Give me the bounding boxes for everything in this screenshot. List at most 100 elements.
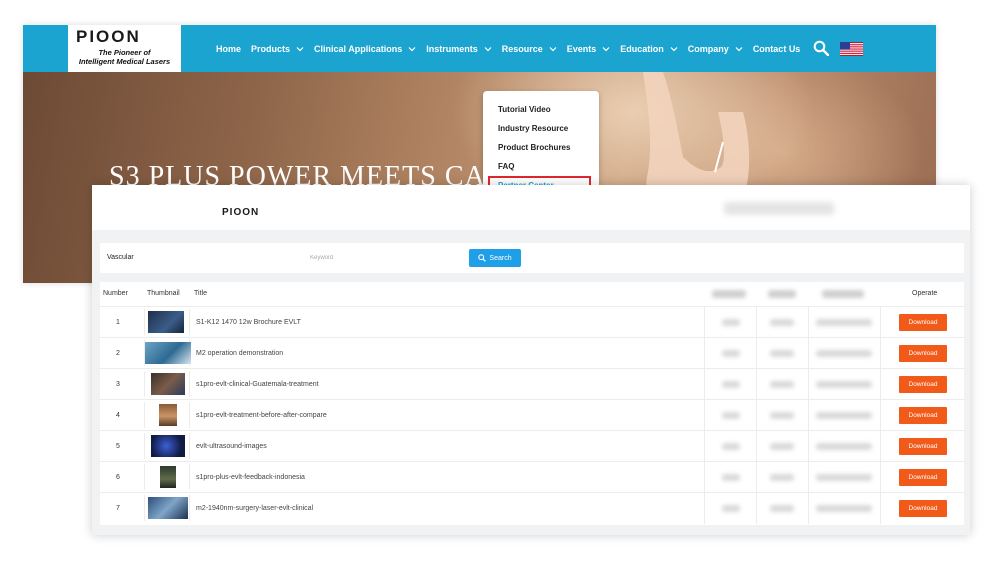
row-number: 6 (116, 474, 120, 481)
table-row: 6 s1pro-plus-evlt-feedback-indonesia Downl… (100, 461, 964, 493)
column-divider (756, 338, 757, 369)
blurred-cell (816, 412, 872, 419)
column-divider (880, 307, 881, 338)
column-divider (880, 493, 881, 524)
dropdown-item-product-brochures[interactable]: Product Brochures (498, 143, 570, 152)
nav-item-label: Resource (501, 43, 543, 54)
column-divider (704, 431, 705, 462)
row-title[interactable]: evlt-ultrasound-images (196, 431, 267, 462)
column-divider (756, 431, 757, 462)
chevron-down-icon (408, 46, 416, 51)
nav-item-instruments[interactable]: Instruments (426, 44, 492, 54)
nav-item-products[interactable]: Products (251, 44, 304, 54)
nav-item-resource[interactable]: Resource (502, 44, 557, 54)
thumbnail-image[interactable] (151, 373, 185, 395)
category-select[interactable]: Vascular (107, 251, 297, 265)
column-divider (808, 338, 809, 369)
thumbnail-image[interactable] (145, 342, 191, 364)
thumbnail-image[interactable] (151, 435, 185, 457)
table-row: 1 S1-K12 1470 12w Brochure EVLT Download (100, 306, 964, 338)
blurred-cell (816, 381, 872, 388)
row-title[interactable]: s1pro-plus-evlt-feedback-indonesia (196, 462, 305, 493)
thumbnail-cell (144, 495, 190, 521)
download-button[interactable]: Download (899, 314, 947, 331)
nav-item-label: Clinical Applications (314, 43, 403, 54)
column-divider (880, 400, 881, 431)
nav-item-label: Instruments (426, 43, 478, 54)
download-button[interactable]: Download (899, 376, 947, 393)
resource-table: Number Thumbnail Title Operate 1 S1-K12 1… (100, 282, 964, 525)
partner-center-window: PIOON Vascular Search Number Thumbnail T… (92, 185, 970, 535)
row-title[interactable]: s1pro-evlt-treatment-before-after-compar… (196, 400, 327, 431)
download-button[interactable]: Download (899, 469, 947, 486)
download-button[interactable]: Download (899, 438, 947, 455)
thumbnail-image[interactable] (148, 311, 184, 333)
thumbnail-image[interactable] (148, 497, 188, 519)
nav-item-label: Home (216, 43, 242, 54)
column-divider (880, 431, 881, 462)
row-number: 7 (116, 505, 120, 512)
nav-item-home[interactable]: Home (216, 44, 241, 54)
column-divider (704, 307, 705, 338)
column-divider (880, 369, 881, 400)
keyword-input[interactable] (310, 251, 460, 265)
blurred-cell (722, 443, 740, 450)
row-title[interactable]: s1pro-evlt-clinical-Guatemala-treatment (196, 369, 319, 400)
blurred-cell (770, 350, 794, 357)
table-row: 7 m2-1940nm-surgery-laser-evlt-clinical Do… (100, 492, 964, 524)
download-button[interactable]: Download (899, 407, 947, 424)
dropdown-item-industry-resource[interactable]: Industry Resource (498, 124, 568, 133)
nav-item-label: Products (251, 43, 291, 54)
nav-item-label: Contact Us (752, 43, 801, 54)
column-divider (808, 493, 809, 524)
column-divider (704, 462, 705, 493)
blurred-cell (770, 505, 794, 512)
nav-item-contact-us[interactable]: Contact Us (753, 44, 801, 54)
download-button[interactable]: Download (899, 345, 947, 362)
thumbnail-image[interactable] (160, 466, 176, 488)
dropdown-item-tutorial-video[interactable]: Tutorial Video (498, 105, 551, 114)
chevron-down-icon (670, 46, 678, 51)
blurred-cell (816, 350, 872, 357)
thumbnail-cell (144, 433, 190, 459)
blurred-cell (722, 412, 740, 419)
chevron-down-icon (602, 46, 610, 51)
column-divider (880, 338, 881, 369)
search-button-label: Search (489, 254, 512, 262)
thumbnail-cell (144, 464, 190, 490)
column-divider (756, 307, 757, 338)
column-divider (704, 338, 705, 369)
row-title[interactable]: m2-1940nm-surgery-laser-evlt-clinical (196, 493, 313, 524)
nav-item-education[interactable]: Education (620, 44, 678, 54)
search-icon[interactable] (813, 40, 829, 56)
chevron-down-icon (296, 46, 304, 51)
blurred-cell (770, 443, 794, 450)
main-menu: Home Products Clinical Applications Instrum… (216, 25, 810, 72)
nav-item-clinical-applications[interactable]: Clinical Applications (314, 44, 416, 54)
blurred-cell (722, 505, 740, 512)
blurred-cell (770, 474, 794, 481)
logo-tagline-line1: The Pioneer of (98, 48, 151, 57)
blurred-cell (722, 474, 740, 481)
composite-screenshot: PIOON The Pioneer of Intelligent Medical… (0, 0, 1007, 566)
chevron-down-icon (735, 46, 743, 51)
site-logo[interactable]: PIOON The Pioneer of Intelligent Medical… (68, 25, 181, 72)
nav-item-company[interactable]: Company (688, 44, 743, 54)
blurred-cell (722, 350, 740, 357)
column-divider (808, 431, 809, 462)
row-title[interactable]: M2 operation demonstration (196, 338, 283, 369)
dropdown-item-faq[interactable]: FAQ (498, 162, 514, 171)
row-title[interactable]: S1-K12 1470 12w Brochure EVLT (196, 307, 301, 338)
pioon-logo-icon[interactable]: PIOON (222, 206, 278, 216)
column-divider (704, 369, 705, 400)
column-header-number: Number (103, 290, 128, 297)
search-button[interactable]: Search (469, 249, 521, 267)
us-flag-icon[interactable] (840, 42, 863, 56)
download-button[interactable]: Download (899, 500, 947, 517)
blurred-column-header (768, 290, 796, 298)
column-divider (704, 493, 705, 524)
thumbnail-image[interactable] (159, 404, 177, 426)
nav-item-events[interactable]: Events (567, 44, 611, 54)
blurred-cell (770, 381, 794, 388)
thumbnail-cell (144, 340, 191, 366)
